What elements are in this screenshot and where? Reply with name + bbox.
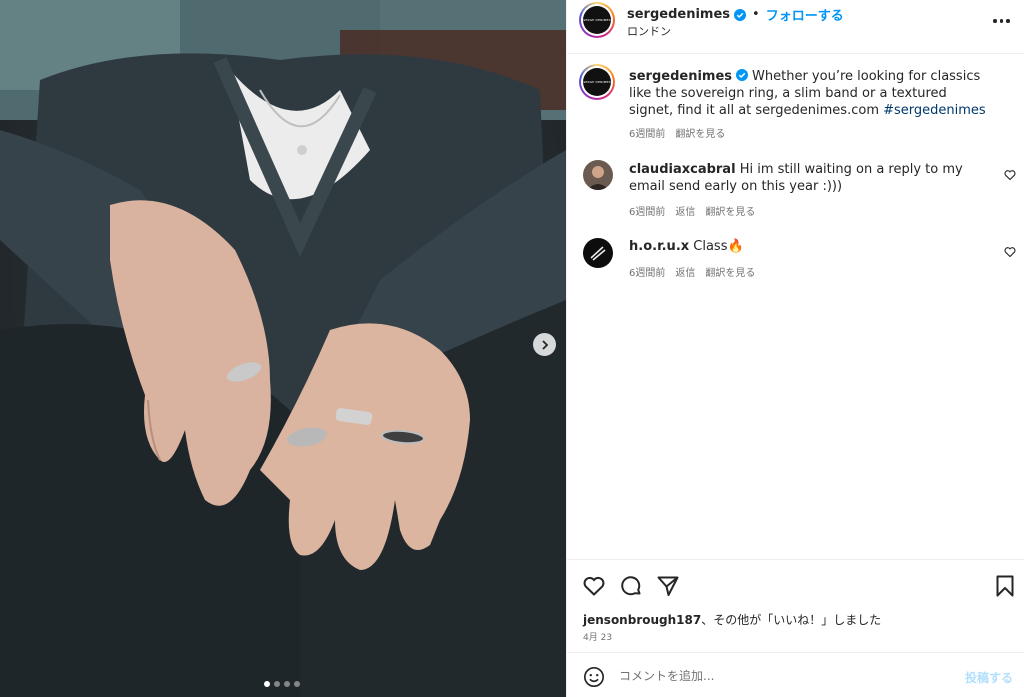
liker-username[interactable]: jensonbrough187 — [583, 613, 701, 627]
translate-link[interactable]: 翻訳を見る — [705, 264, 755, 279]
comment-text: h.o.r.u.x Class🔥 — [629, 238, 989, 255]
caption-translate[interactable]: 翻訳を見る — [675, 125, 725, 140]
avatar-logo: SERGE DENIMES — [583, 6, 611, 34]
post-comment-button[interactable]: 投稿する — [965, 669, 1013, 686]
likes-summary: jensonbrough187、その他が「いいね！」しました — [583, 611, 881, 628]
next-image-button[interactable] — [533, 333, 556, 356]
comment-username[interactable]: claudiaxcabral — [629, 162, 736, 177]
comment-time[interactable]: 6週間前 — [629, 264, 665, 279]
carousel-dot-4 — [294, 681, 300, 687]
reply-button[interactable]: 返信 — [675, 264, 695, 279]
verified-icon — [734, 8, 747, 21]
post-panel: SERGE DENIMES sergedenimes • フォローする ロンドン… — [566, 0, 1024, 697]
share-icon[interactable] — [656, 574, 680, 598]
separator-dot: • — [752, 7, 760, 22]
comment-icon[interactable] — [619, 574, 643, 598]
verified-icon — [736, 69, 749, 81]
bookmark-icon[interactable] — [993, 574, 1017, 598]
carousel-indicator — [264, 681, 300, 687]
caption-meta: 6週間前 翻訳を見る — [629, 125, 725, 140]
heart-icon[interactable] — [1004, 246, 1016, 258]
post-photo — [0, 0, 566, 697]
likes-suffix[interactable]: 、その他が「いいね！」しました — [701, 613, 881, 627]
author-avatar[interactable]: SERGE DENIMES — [579, 2, 615, 38]
comment-avatar[interactable] — [583, 238, 613, 268]
heart-icon[interactable] — [1004, 169, 1016, 181]
caption-username[interactable]: sergedenimes — [629, 69, 732, 84]
comment-meta: 6週間前 返信 翻訳を見る — [629, 203, 755, 218]
caption-text: sergedenimes Whether you’re looking for c… — [629, 68, 989, 119]
heart-icon[interactable] — [582, 574, 606, 598]
emoji-icon[interactable] — [583, 666, 605, 688]
translate-link[interactable]: 翻訳を見る — [705, 203, 755, 218]
author-username[interactable]: sergedenimes — [627, 7, 730, 22]
post-media[interactable] — [0, 0, 566, 697]
avatar-logo: SERGE DENIMES — [583, 68, 611, 96]
carousel-dot-2 — [274, 681, 280, 687]
comment-composer: 投稿する — [567, 652, 1024, 697]
comment-time[interactable]: 6週間前 — [629, 203, 665, 218]
comment-text: claudiaxcabral Hi im still waiting on a … — [629, 161, 989, 195]
comment-avatar[interactable] — [583, 160, 613, 190]
carousel-dot-1 — [264, 681, 270, 687]
comment-input[interactable] — [619, 665, 939, 687]
follow-button[interactable]: フォローする — [766, 5, 844, 24]
carousel-dot-3 — [284, 681, 290, 687]
chevron-right-icon — [541, 339, 548, 350]
hashtag-link[interactable]: #sergedenimes — [883, 103, 986, 118]
location-link[interactable]: ロンドン — [627, 23, 671, 39]
reply-button[interactable]: 返信 — [675, 203, 695, 218]
comment-username[interactable]: h.o.r.u.x — [629, 239, 689, 254]
post-actions: jensonbrough187、その他が「いいね！」しました 4月 23 — [567, 559, 1024, 652]
post-header: SERGE DENIMES sergedenimes • フォローする ロンドン — [567, 0, 1024, 54]
post-date[interactable]: 4月 23 — [583, 630, 612, 643]
more-icon[interactable] — [993, 14, 1011, 28]
comment-body: Class🔥 — [693, 239, 744, 254]
comment-meta: 6週間前 返信 翻訳を見る — [629, 264, 755, 279]
caption-time[interactable]: 6週間前 — [629, 125, 665, 140]
caption-avatar[interactable]: SERGE DENIMES — [579, 64, 615, 100]
